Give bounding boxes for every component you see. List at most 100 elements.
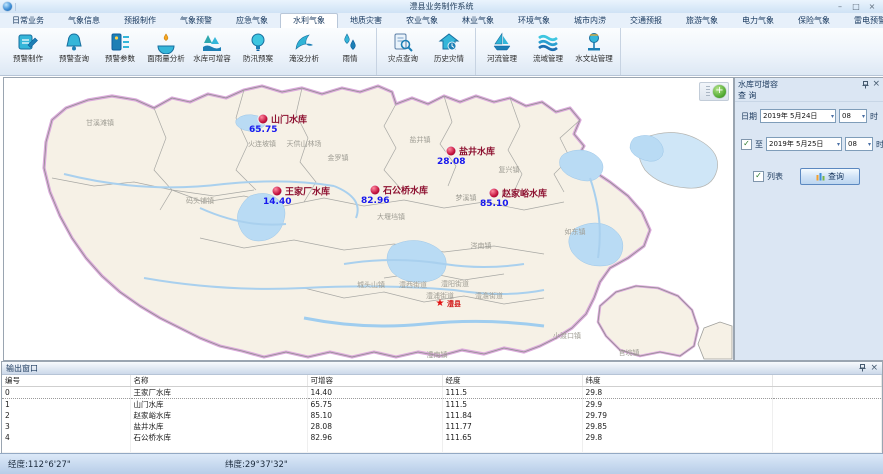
tab-水利气象[interactable]: 水利气象 (280, 13, 338, 28)
toolbar-button-水文站管理[interactable]: 水文站管理 (571, 29, 617, 74)
table-row[interactable]: 3盐井水库28.08111.7729.85 (2, 421, 882, 432)
toolbar-label: 防汛预案 (243, 54, 273, 64)
toolbar-button-灾点查询[interactable]: 灾点查询 (380, 29, 426, 74)
tab-旅游气象[interactable]: 旅游气象 (674, 13, 730, 28)
column-header-经度[interactable]: 经度 (442, 375, 582, 387)
hour-to-value: 08 (848, 140, 857, 148)
output-table-header-row: 编号名称可增容经度纬度 (2, 375, 882, 387)
query-button[interactable]: 查询 (800, 168, 860, 185)
flood-plan-bulb-icon (246, 31, 270, 54)
table-row[interactable]: 2赵家峪水库85.10111.8429.79 (2, 410, 882, 421)
hour-to-select[interactable]: 08 ▾ (845, 137, 873, 151)
tab-交通预报[interactable]: 交通预报 (618, 13, 674, 28)
column-header-可增容[interactable]: 可增容 (307, 375, 442, 387)
tab-电力气象[interactable]: 电力气象 (730, 13, 786, 28)
map-base (4, 78, 733, 360)
reservoir-value: 28.08 (437, 157, 465, 167)
tab-应急气象[interactable]: 应急气象 (224, 13, 280, 28)
panel-close-icon[interactable]: × (870, 364, 878, 373)
toolbar-button-防汛预案[interactable]: 防汛预案 (235, 29, 281, 74)
toolbar-label: 河流管理 (487, 54, 517, 64)
tab-城市内涝[interactable]: 城市内涝 (562, 13, 618, 28)
column-header-编号[interactable]: 编号 (2, 375, 130, 387)
toolbar-label: 预警查询 (59, 54, 89, 64)
column-header-纬度[interactable]: 纬度 (582, 375, 772, 387)
pin-icon[interactable] (862, 81, 869, 89)
toolbar-button-水库可增容[interactable]: 水库可增容 (189, 29, 235, 74)
toolbar-label: 流域管理 (533, 54, 563, 64)
chevron-down-icon: ▾ (861, 113, 866, 120)
hour-from-value: 08 (842, 112, 851, 120)
table-row[interactable]: 1山门水库65.75111.529.9 (2, 399, 882, 411)
toolbar-button-预警制作[interactable]: 预警制作 (5, 29, 51, 74)
toolbar-label: 灾点查询 (388, 54, 418, 64)
reservoir-marker-icon[interactable] (371, 186, 380, 195)
tab-保险气象[interactable]: 保险气象 (786, 13, 842, 28)
tab-地质灾害[interactable]: 地质灾害 (338, 13, 394, 28)
reservoir-value: 65.75 (249, 125, 277, 135)
date-to-select[interactable]: 2019年 5月25日 ▾ (766, 137, 842, 151)
tab-日常业务[interactable]: 日常业务 (0, 13, 56, 28)
pin-icon[interactable] (859, 364, 866, 372)
tab-环境气象[interactable]: 环境气象 (506, 13, 562, 28)
close-button[interactable]: × (865, 2, 879, 12)
reservoir-value: 82.96 (361, 196, 389, 206)
tab-林业气象[interactable]: 林业气象 (450, 13, 506, 28)
reservoir-name: 盐井水库 (459, 145, 495, 158)
reservoir-name: 赵家峪水库 (502, 187, 547, 200)
reservoir-marker-icon[interactable] (259, 115, 268, 124)
toolbar-button-预警查询[interactable]: 预警查询 (51, 29, 97, 74)
toolbar-label: 预警参数 (105, 54, 135, 64)
chevron-down-icon: ▾ (836, 141, 841, 148)
hour-from-select[interactable]: 08 ▾ (839, 109, 867, 123)
status-latitude: 纬度:29°37'32" (225, 458, 288, 470)
list-checkbox[interactable]: ✓ (753, 171, 764, 182)
toolbar-label: 水文站管理 (575, 54, 613, 64)
date-to-value: 2019年 5月25日 (769, 139, 823, 149)
output-window-title: 输出窗口 (6, 363, 38, 374)
tab-农业气象[interactable]: 农业气象 (394, 13, 450, 28)
toolbar-button-面雨量分析[interactable]: 面雨量分析 (143, 29, 189, 74)
rainfall-analysis-icon (154, 31, 178, 54)
map-area[interactable]: 甘溪滩镇火连坡镇天供山林场金罗镇盐井镇复兴镇码头铺镇梦溪镇大堰垱镇涔南镇如东镇城… (3, 77, 734, 361)
toolbar-button-雨情[interactable]: 雨情 (327, 29, 373, 74)
query-button-icon (816, 172, 825, 181)
reservoir-marker-icon[interactable] (447, 147, 456, 156)
reservoir-marker-icon[interactable] (490, 189, 499, 198)
warning-params-icon (108, 31, 132, 54)
table-row[interactable]: 0王家厂水库14.40111.529.8 (2, 387, 882, 399)
toolbar-label: 面雨量分析 (147, 54, 185, 64)
query-panel-subtitle: 查 询 (735, 90, 883, 102)
reservoir-value: 85.10 (480, 199, 508, 209)
county-seat-star-icon: ★ (436, 299, 445, 309)
status-longitude: 经度:112°6'27" (8, 458, 71, 470)
output-window: 输出窗口 × 编号名称可增容经度纬度 0王家厂水库14.40111.529.81… (1, 361, 883, 454)
reservoir-marker-icon[interactable] (273, 187, 282, 196)
toolbar-button-预警参数[interactable]: 预警参数 (97, 29, 143, 74)
toolbar-button-历史灾情[interactable]: 历史灾情 (426, 29, 472, 74)
reservoir-value: 14.40 (263, 197, 291, 207)
toolbar-button-淹没分析[interactable]: 淹没分析 (281, 29, 327, 74)
map-toolbar-grip-icon[interactable] (706, 86, 710, 97)
maximize-button[interactable]: □ (849, 2, 863, 12)
table-row[interactable]: 4石公桥水库82.96111.6529.8 (2, 432, 882, 443)
tab-雷电预警[interactable]: 雷电预警 (842, 13, 883, 28)
column-header-名称[interactable]: 名称 (130, 375, 307, 387)
map-zoom-in-button[interactable]: + (713, 85, 726, 98)
to-date-checkbox[interactable]: ✓ (741, 139, 752, 150)
hour-suffix-label: 时 (876, 139, 883, 150)
tab-预报制作[interactable]: 预报制作 (112, 13, 168, 28)
history-disaster-icon (437, 31, 461, 54)
toolbar-label: 历史灾情 (434, 54, 464, 64)
tab-气象信息[interactable]: 气象信息 (56, 13, 112, 28)
status-bar: 经度:112°6'27" 纬度:29°37'32" (0, 453, 883, 474)
menu-tab-strip: 日常业务气象信息预报制作气象预警应急气象水利气象地质灾害农业气象林业气象环境气象… (0, 13, 883, 28)
panel-close-icon[interactable]: × (872, 80, 880, 89)
window-title: 澧县业务制作系统 (0, 1, 883, 12)
minimize-button[interactable]: – (833, 2, 847, 12)
tab-气象预警[interactable]: 气象预警 (168, 13, 224, 28)
toolbar-button-河流管理[interactable]: 河流管理 (479, 29, 525, 74)
to-label: 至 (755, 139, 763, 150)
date-from-select[interactable]: 2019年 5月24日 ▾ (760, 109, 836, 123)
toolbar-button-流域管理[interactable]: 流域管理 (525, 29, 571, 74)
